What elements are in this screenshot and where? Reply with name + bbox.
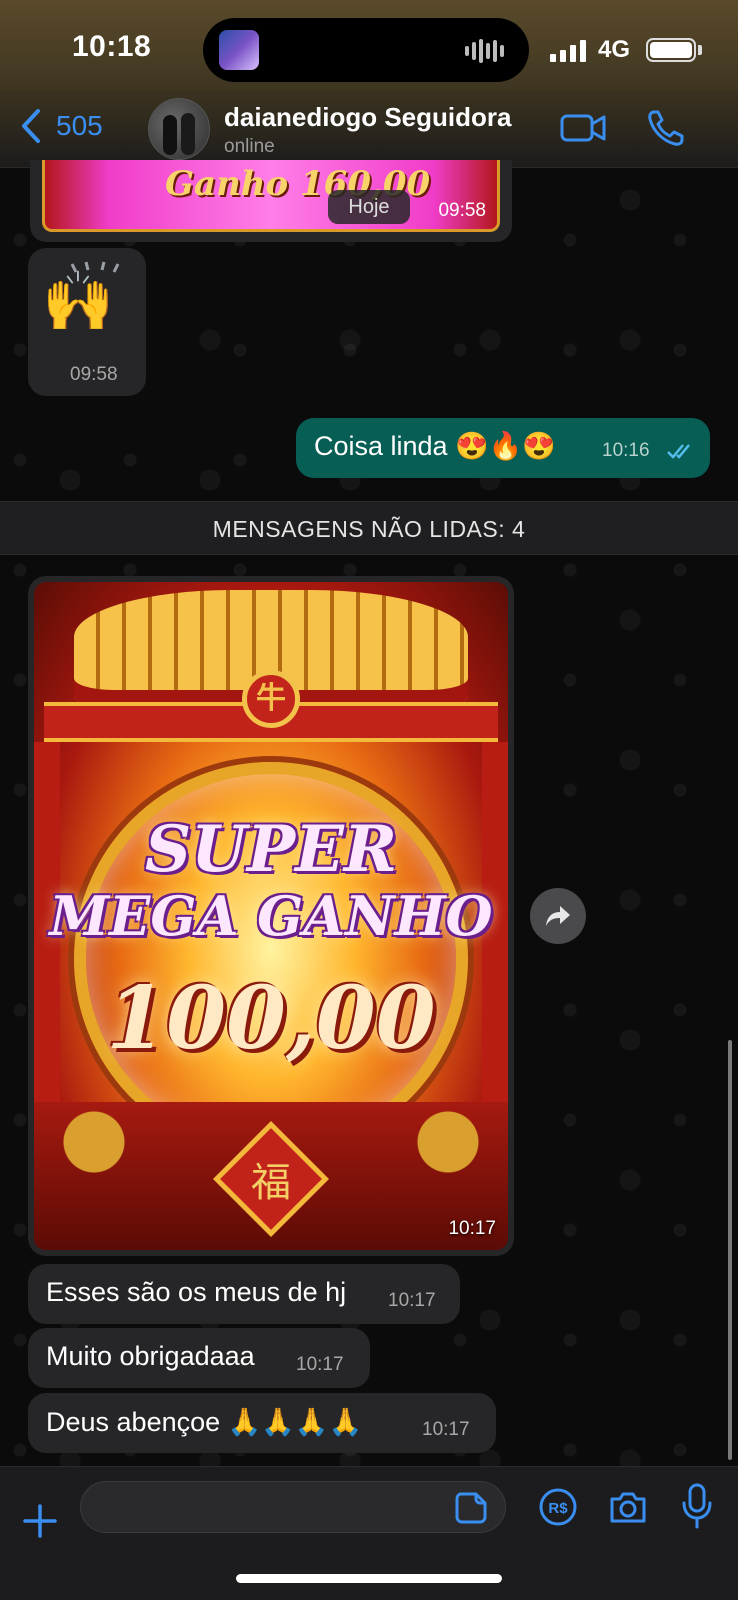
image-message[interactable]: 牛 SUPER MEGA GANHO 100,00 福 10:17 [28,576,514,1256]
pillar-right [482,742,508,1162]
status-time: 10:18 [72,30,152,63]
message-time: 10:17 [448,1218,496,1239]
message-text: Muito obrigadaaa [46,1341,255,1371]
now-playing-thumbnail [219,30,259,70]
sparkle-lines [70,261,120,273]
incoming-message[interactable]: Muito obrigadaaa 10:17 [28,1328,370,1388]
contact-name[interactable]: daianediogo Seguidora [224,102,511,133]
audio-waveform-icon [465,38,505,64]
raised-hands-emoji: 🙌 [42,261,120,336]
forward-button[interactable] [530,888,586,944]
read-ticks-icon [667,444,690,459]
phone-icon[interactable] [646,108,686,148]
home-indicator[interactable] [236,1574,502,1583]
back-button[interactable]: 505 [20,108,103,144]
message-text: Esses são os meus de hj [46,1277,347,1307]
video-icon[interactable] [560,112,606,144]
contact-status: online [224,136,275,157]
message-time: 09:58 [70,364,118,385]
scrollbar[interactable] [728,1040,732,1460]
fortune-character: 福 [251,1160,291,1206]
image-message-partial[interactable]: Ganho 160,00 09:58 [30,160,512,242]
pillar-left [34,742,60,1162]
status-bar: 10:18 4G [0,0,738,100]
message-time: 10:17 [296,1354,344,1375]
plus-icon[interactable] [22,1503,58,1539]
message-input[interactable] [80,1481,506,1533]
message-time: 10:17 [388,1290,436,1311]
message-text: Coisa linda 😍🔥😍 [314,431,556,461]
win-title-line2: MEGA GANHO [49,884,493,948]
network-label: 4G [598,36,631,63]
emoji-text: 🙌 [42,269,115,334]
avatar[interactable] [148,98,210,160]
super-mega-win-image: 牛 SUPER MEGA GANHO 100,00 福 10:17 [34,582,508,1250]
win-title-line1: SUPER [144,812,398,887]
signal-icon [550,40,586,62]
battery-cap [698,45,702,55]
forward-icon [546,906,570,926]
message-time: 09:58 [438,200,486,221]
camera-icon[interactable] [608,1489,648,1525]
incoming-message[interactable]: Deus abençoe 🙏🙏🙏🙏 10:17 [28,1393,496,1453]
sticker-icon[interactable] [454,1491,488,1525]
dynamic-island[interactable] [203,18,529,82]
pay-icon[interactable]: R$ [538,1487,578,1527]
incoming-message[interactable]: Esses são os meus de hj 10:17 [28,1264,460,1324]
message-time: 10:17 [422,1419,470,1440]
emoji-message[interactable]: 🙌 09:58 [28,248,146,396]
win-banner-image: Ganho 160,00 [42,160,500,232]
unread-count: 505 [56,110,103,141]
message-text: Deus abençoe 🙏🙏🙏🙏 [46,1407,363,1437]
date-chip: Hoje [328,190,410,224]
chevron-left-icon [22,109,40,143]
mic-icon[interactable] [680,1483,714,1529]
chat-header: 505 daianediogo Seguidora online [0,90,738,168]
battery-icon [646,38,696,62]
message-time: 10:16 [602,440,650,461]
unread-banner: MENSAGENS NÃO LIDAS: 4 [0,501,738,555]
outgoing-message[interactable]: Coisa linda 😍🔥😍 10:16 [296,418,710,478]
win-amount: 100,00 [106,968,436,1069]
ox-medallion: 牛 [242,670,300,728]
svg-text:R$: R$ [548,1500,568,1517]
